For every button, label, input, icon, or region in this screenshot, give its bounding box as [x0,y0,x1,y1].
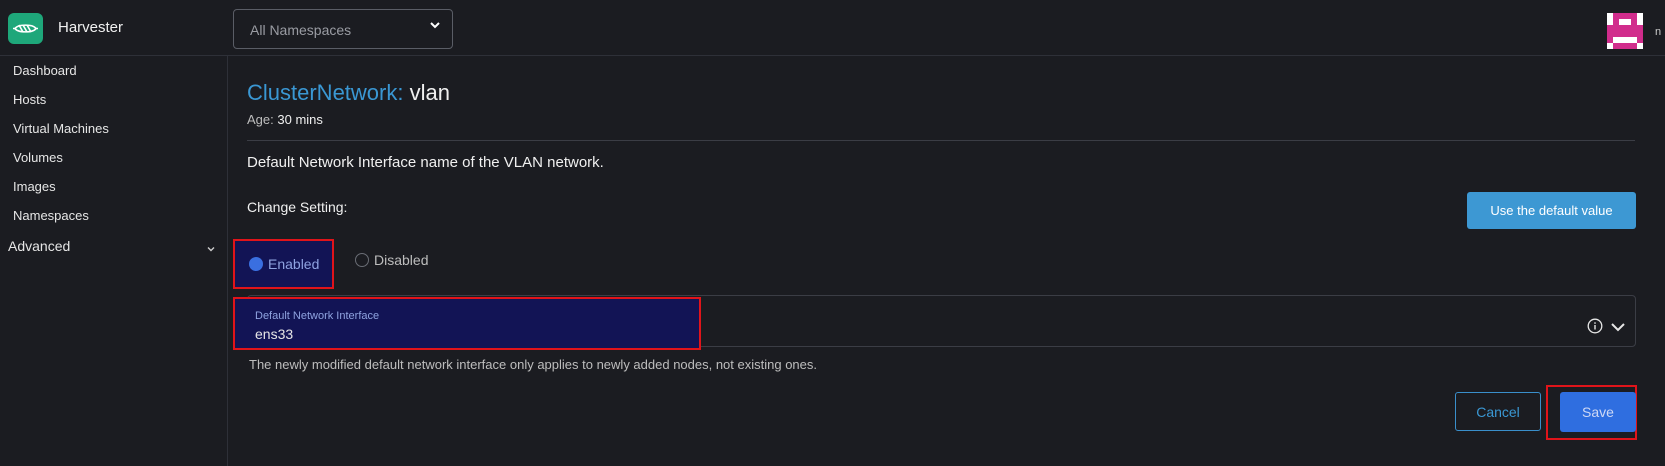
sidebar-item-hosts[interactable]: Hosts [13,92,46,107]
sidebar-group-advanced[interactable]: Advanced [8,238,70,254]
page-title: ClusterNetwork: vlan [247,80,450,106]
user-avatar-icon[interactable] [1607,13,1643,49]
field-value: ens33 [255,326,294,342]
top-bar: Harvester All Namespaces n [0,0,1665,56]
main-content: ClusterNetwork: vlan Age: 30 mins Defaul… [229,56,1665,466]
default-network-interface-field[interactable]: Default Network Interface ens33 [233,297,701,350]
change-setting-label: Change Setting: [247,199,348,215]
chevron-down-icon [428,18,442,37]
radio-unselected-icon [355,253,369,267]
resource-kind[interactable]: ClusterNetwork: [247,80,403,105]
radio-enabled-label: Enabled [268,256,320,272]
sidebar-item-volumes[interactable]: Volumes [13,150,63,165]
app-title: Harvester [58,19,124,36]
age-label: Age: [247,112,274,127]
harvester-logo-icon[interactable] [8,13,43,44]
sidebar: Dashboard Hosts Virtual Machines Volumes… [0,56,228,466]
resource-name: vlan [409,80,450,105]
namespace-select-value: All Namespaces [250,22,352,38]
chevron-down-icon[interactable] [1610,320,1626,339]
radio-disabled-label: Disabled [374,252,429,268]
cancel-button[interactable]: Cancel [1455,392,1541,431]
radio-selected-icon [249,257,263,271]
resource-age: Age: 30 mins [247,112,323,127]
info-icon[interactable] [1587,318,1603,339]
sidebar-item-images[interactable]: Images [13,179,56,194]
setting-description: Default Network Interface name of the VL… [247,154,604,171]
sidebar-item-virtual-machines[interactable]: Virtual Machines [13,121,109,136]
namespace-select[interactable]: All Namespaces [233,9,453,49]
clipped-username: n [1655,26,1662,38]
divider [247,140,1635,141]
field-hint: The newly modified default network inter… [249,357,818,372]
age-value: 30 mins [277,112,323,127]
field-label: Default Network Interface [255,310,380,322]
save-button[interactable]: Save [1560,392,1636,432]
chevron-down-icon[interactable] [206,241,216,259]
radio-enabled[interactable]: Enabled [233,239,334,289]
sidebar-item-dashboard[interactable]: Dashboard [13,63,77,78]
use-default-value-button[interactable]: Use the default value [1467,192,1636,229]
sidebar-item-namespaces[interactable]: Namespaces [13,208,89,223]
